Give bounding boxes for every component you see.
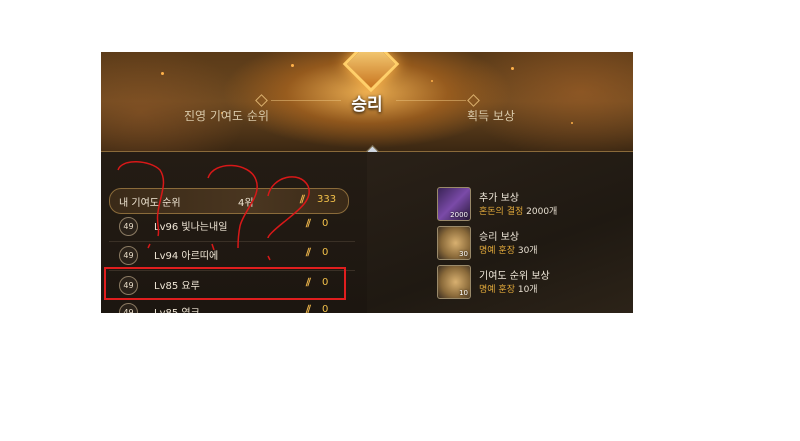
red-scribble-annotation	[117, 161, 310, 261]
